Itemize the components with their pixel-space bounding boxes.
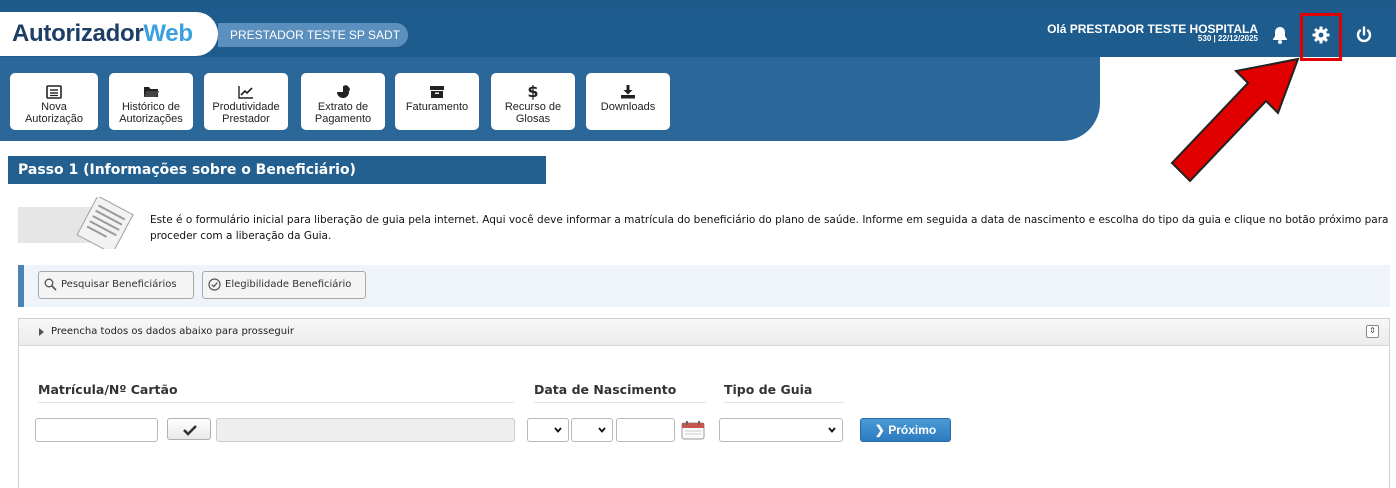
nav-label-line2: Autorizações bbox=[119, 113, 183, 125]
nav-label-line2: Pagamento bbox=[314, 113, 372, 125]
birth-year-input[interactable] bbox=[616, 418, 675, 442]
nav-label-line1: Produtividade bbox=[212, 101, 280, 113]
nav-label-line1: Nova bbox=[41, 101, 67, 113]
red-arrow-annotation bbox=[1170, 57, 1300, 183]
nav-label-line1: Extrato de bbox=[317, 101, 369, 113]
birth-day-select[interactable] bbox=[527, 418, 569, 442]
nav-extrato[interactable]: Extrato de Pagamento bbox=[301, 73, 385, 130]
check-circle-icon bbox=[208, 278, 221, 291]
nav-downloads[interactable]: Downloads bbox=[586, 73, 670, 130]
nav-label-line1: Faturamento bbox=[405, 101, 469, 113]
logo-text-accent: Web bbox=[143, 20, 193, 47]
nascimento-label: Data de Nascimento bbox=[534, 382, 706, 403]
pie-chart-icon bbox=[337, 85, 350, 98]
nav-recurso-glosas[interactable]: $ Recurso de Glosas bbox=[491, 73, 575, 130]
nav-label-line2: Glosas bbox=[515, 113, 551, 125]
calendar-icon[interactable] bbox=[681, 420, 705, 440]
nav-produtividade[interactable]: Produtividade Prestador bbox=[204, 73, 288, 130]
nav-label-line1: Downloads bbox=[600, 101, 656, 113]
form-panel: Preencha todos os dados abaixo para pros… bbox=[18, 318, 1390, 488]
chevron-down-icon bbox=[554, 427, 562, 433]
chart-line-icon bbox=[238, 86, 253, 99]
elegibilidade-label: Elegibilidade Beneficiário bbox=[225, 279, 352, 290]
nav-label-line1: Histórico de bbox=[121, 101, 181, 113]
action-bar: Pesquisar Beneficiários Elegibilidade Be… bbox=[18, 265, 1390, 307]
search-icon bbox=[44, 278, 57, 291]
panel-header-label: Preencha todos os dados abaixo para pros… bbox=[51, 326, 294, 337]
chevron-down-icon bbox=[828, 427, 836, 433]
matricula-input[interactable] bbox=[35, 418, 158, 442]
app-logo[interactable]: AutorizadorWeb bbox=[12, 20, 193, 48]
nav-label-line1: Recurso de bbox=[504, 101, 562, 113]
download-icon bbox=[621, 85, 635, 99]
validate-matricula-button[interactable] bbox=[167, 418, 211, 440]
step-title: Passo 1 (Informações sobre o Beneficiári… bbox=[8, 156, 546, 184]
nav-nova-autorizacao[interactable]: Nova Autorização bbox=[10, 73, 98, 130]
tipo-guia-select[interactable] bbox=[719, 418, 843, 442]
dollar-icon: $ bbox=[527, 82, 539, 101]
nav-historico[interactable]: Histórico de Autorizações bbox=[109, 73, 193, 130]
next-button[interactable]: ❯ Próximo bbox=[860, 418, 951, 442]
collapse-toggle-icon[interactable]: ⇕ bbox=[1366, 325, 1379, 338]
search-beneficiarios-button[interactable]: Pesquisar Beneficiários bbox=[38, 271, 194, 299]
user-session-info: 530 | 22/12/2025 bbox=[1197, 34, 1258, 43]
next-button-label: Próximo bbox=[888, 423, 937, 437]
check-icon bbox=[183, 425, 197, 436]
list-icon bbox=[46, 85, 62, 99]
nav-faturamento[interactable]: Faturamento bbox=[395, 73, 479, 130]
search-beneficiarios-label: Pesquisar Beneficiários bbox=[61, 279, 177, 290]
provider-name: PRESTADOR TESTE SP SADT bbox=[218, 23, 408, 47]
bell-icon[interactable] bbox=[1270, 25, 1290, 45]
nav-label-line2: Autorização bbox=[24, 113, 84, 125]
form-illustration-icon bbox=[18, 197, 134, 249]
chevron-right-icon: ❯ bbox=[874, 423, 885, 437]
expand-triangle-icon bbox=[39, 328, 44, 336]
tipo-guia-label: Tipo de Guia bbox=[724, 382, 844, 403]
beneficiario-name-field bbox=[216, 418, 515, 442]
panel-header[interactable]: Preencha todos os dados abaixo para pros… bbox=[19, 319, 1389, 346]
birth-month-select[interactable] bbox=[571, 418, 613, 442]
power-icon[interactable] bbox=[1354, 25, 1374, 45]
chevron-down-icon bbox=[598, 427, 606, 433]
highlight-box bbox=[1300, 13, 1342, 61]
info-text: Este é o formulário inicial para liberaç… bbox=[150, 214, 1389, 242]
matricula-label: Matrícula/Nº Cartão bbox=[38, 382, 514, 403]
logo-text-main: Autorizador bbox=[12, 20, 144, 47]
elegibilidade-button[interactable]: Elegibilidade Beneficiário bbox=[202, 271, 366, 299]
archive-icon bbox=[430, 86, 444, 98]
nav-label-line2: Prestador bbox=[222, 113, 270, 125]
folder-icon bbox=[144, 87, 159, 97]
